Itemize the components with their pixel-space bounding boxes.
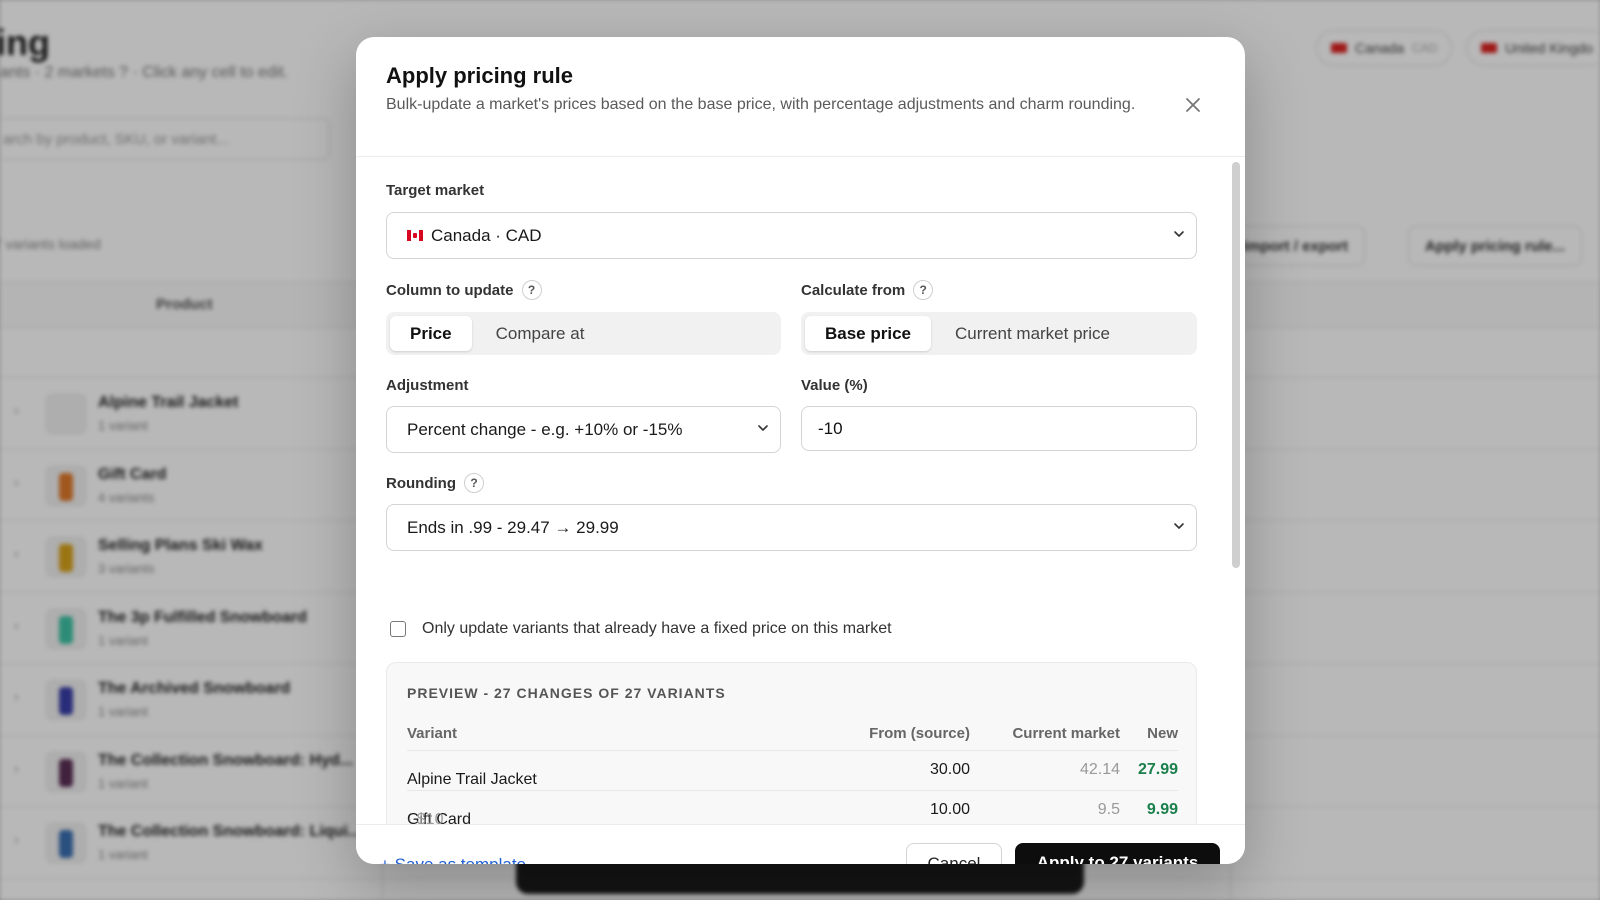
apply-pricing-rule-dialog: Apply pricing rule Bulk-update a market'… bbox=[356, 37, 1245, 864]
preview-table-header: Variant From (source) Current market New bbox=[407, 723, 1178, 751]
preview-title: PREVIEW - 27 CHANGES OF 27 VARIANTS bbox=[407, 685, 726, 701]
rounding-value: Ends in .99 - 29.47 → 29.99 bbox=[407, 517, 619, 537]
only-fixed-price-label: Only update variants that already have a… bbox=[422, 620, 892, 637]
new-price: 27.99 bbox=[1137, 761, 1178, 778]
cancel-button[interactable]: Cancel bbox=[906, 843, 1002, 864]
help-icon[interactable]: ? bbox=[521, 280, 542, 300]
column-header-current: Current market bbox=[1012, 725, 1120, 742]
column-to-update-segmented: Price Compare at bbox=[386, 312, 781, 355]
current-price: 9.5 bbox=[1097, 801, 1120, 818]
preview-table: Variant From (source) Current market New… bbox=[407, 723, 1178, 824]
canada-flag-icon bbox=[407, 230, 423, 241]
current-price: 42.14 bbox=[1079, 761, 1120, 778]
segment-current-market-price[interactable]: Current market price bbox=[935, 316, 1130, 351]
rounding-label: Rounding ? bbox=[386, 473, 484, 493]
column-header-new: New bbox=[1147, 725, 1178, 742]
segment-price[interactable]: Price bbox=[390, 316, 472, 351]
only-fixed-price-checkbox[interactable] bbox=[390, 621, 406, 637]
dialog-title: Apply pricing rule bbox=[386, 63, 574, 88]
column-header-from: From (source) bbox=[869, 725, 970, 742]
table-row: Alpine Trail Jacket 30.00 42.14 27.99 bbox=[407, 751, 1178, 791]
adjustment-select[interactable]: Percent change - e.g. +10% or -15% bbox=[386, 406, 781, 453]
calculate-from-segmented: Base price Current market price bbox=[801, 312, 1197, 355]
segment-compare-at[interactable]: Compare at bbox=[476, 316, 605, 351]
dialog-body: Target market Canada · CAD Column to upd… bbox=[356, 158, 1245, 824]
target-market-value: Canada · CAD bbox=[431, 225, 542, 245]
target-market-select[interactable]: Canada · CAD bbox=[386, 212, 1197, 259]
scrollbar-thumb[interactable] bbox=[1232, 162, 1240, 568]
column-to-update-label: Column to update ? bbox=[386, 280, 542, 300]
adjustment-label: Adjustment bbox=[386, 377, 469, 394]
new-price: 9.99 bbox=[1146, 801, 1178, 818]
from-price: 30.00 bbox=[929, 761, 970, 778]
dialog-footer: + Save as template Cancel Apply to 27 va… bbox=[356, 824, 1245, 864]
dialog-header: Apply pricing rule Bulk-update a market'… bbox=[356, 37, 1245, 157]
value-percent-input[interactable]: -10 bbox=[801, 406, 1197, 451]
adjustment-value: Percent change - e.g. +10% or -15% bbox=[407, 419, 683, 439]
apply-button[interactable]: Apply to 27 variants bbox=[1015, 843, 1220, 864]
calculate-from-label: Calculate from ? bbox=[801, 280, 934, 300]
segment-base-price[interactable]: Base price bbox=[805, 316, 931, 351]
variant-option: · $10 bbox=[407, 811, 444, 824]
close-icon[interactable] bbox=[1181, 93, 1205, 117]
variant-name: Alpine Trail Jacket bbox=[407, 771, 537, 788]
chevron-down-icon bbox=[1174, 231, 1184, 237]
from-price: 10.00 bbox=[929, 801, 970, 818]
help-icon[interactable]: ? bbox=[463, 473, 484, 493]
table-row: Gift Card · $10 10.00 9.5 9.99 bbox=[407, 791, 1178, 824]
help-icon[interactable]: ? bbox=[913, 280, 934, 300]
column-header-variant: Variant bbox=[407, 725, 458, 742]
save-as-template-link[interactable]: + Save as template bbox=[380, 855, 526, 864]
chevron-down-icon bbox=[1174, 523, 1184, 529]
value-percent-label: Value (%) bbox=[801, 377, 868, 394]
preview-panel: PREVIEW - 27 CHANGES OF 27 VARIANTS Vari… bbox=[386, 662, 1197, 824]
dialog-description: Bulk-update a market's prices based on t… bbox=[386, 96, 1136, 113]
chevron-down-icon bbox=[758, 425, 768, 431]
only-fixed-price-option[interactable]: Only update variants that already have a… bbox=[390, 620, 892, 638]
rounding-select[interactable]: Ends in .99 - 29.47 → 29.99 bbox=[386, 504, 1197, 551]
target-market-label: Target market bbox=[386, 182, 485, 199]
